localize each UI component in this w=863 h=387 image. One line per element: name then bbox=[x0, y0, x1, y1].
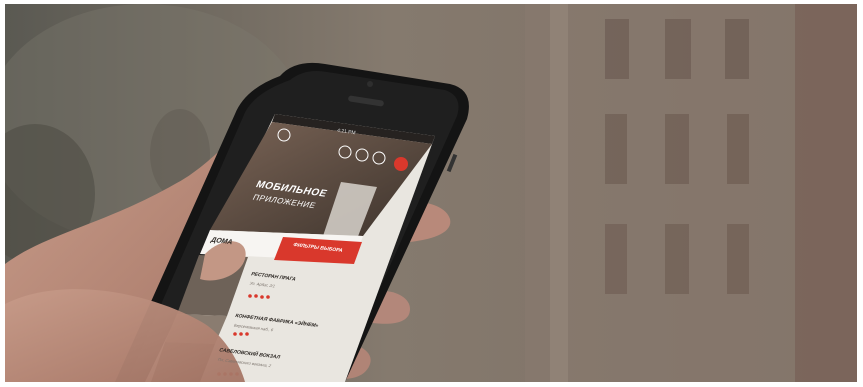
building bbox=[525, 4, 857, 382]
photo-frame: 4:21 PM МОБИЛЬНОЕ ПРИЛОЖЕНИЕ ДОМА ФИЛЬТР… bbox=[5, 4, 857, 382]
search-icon bbox=[394, 157, 408, 171]
scene bbox=[5, 4, 857, 382]
